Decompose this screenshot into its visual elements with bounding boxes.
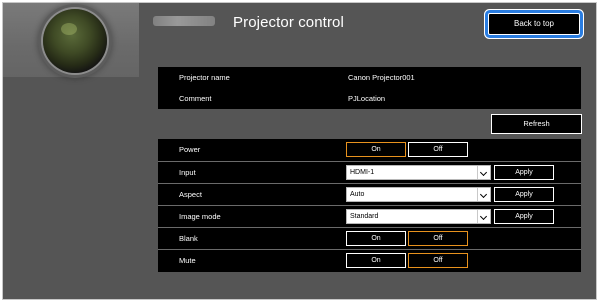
info-row-comment: Comment PJLocation [158, 89, 581, 109]
mute-on-button[interactable]: On [346, 253, 406, 268]
aspect-select-value: Auto [350, 191, 365, 198]
control-table: Power On Off Input HDMI-1 Apply Aspect A… [158, 139, 581, 272]
projector-control-page: Projector control Back to top Projector … [2, 2, 597, 300]
chevron-down-icon[interactable] [477, 210, 490, 223]
power-label: Power [179, 145, 201, 154]
input-label: Input [179, 168, 196, 177]
chevron-down-icon[interactable] [477, 166, 490, 179]
input-apply-button[interactable]: Apply [494, 165, 554, 180]
power-on-button[interactable]: On [346, 142, 406, 157]
blank-on-button[interactable]: On [346, 231, 406, 246]
input-select-value: HDMI-1 [350, 169, 375, 176]
aspect-label: Aspect [179, 190, 202, 199]
blank-off-button[interactable]: Off [408, 231, 468, 246]
control-row-input: Input HDMI-1 Apply [158, 161, 581, 183]
control-row-mute: Mute On Off [158, 249, 581, 271]
aspect-apply-button[interactable]: Apply [494, 187, 554, 202]
projector-lens-icon [43, 9, 107, 73]
info-row-projector-name: Projector name Canon Projector001 [158, 68, 581, 88]
refresh-button[interactable]: Refresh [491, 114, 582, 134]
image-mode-select-value: Standard [350, 213, 379, 220]
image-mode-apply-button[interactable]: Apply [494, 209, 554, 224]
info-label: Projector name [179, 73, 230, 82]
image-mode-select[interactable]: Standard [346, 209, 491, 224]
page-title: Projector control [233, 14, 344, 31]
mute-off-button[interactable]: Off [408, 253, 468, 268]
projector-info-table: Projector name Canon Projector001 Commen… [158, 67, 581, 109]
power-off-button[interactable]: Off [408, 142, 468, 157]
header-logo-area [3, 3, 139, 77]
mute-label: Mute [179, 256, 196, 265]
image-mode-label: Image mode [179, 212, 221, 221]
info-label: Comment [179, 94, 212, 103]
info-value: Canon Projector001 [348, 73, 415, 82]
input-select[interactable]: HDMI-1 [346, 165, 491, 180]
aspect-select[interactable]: Auto [346, 187, 491, 202]
info-value: PJLocation [348, 94, 386, 103]
control-row-aspect: Aspect Auto Apply [158, 183, 581, 205]
back-to-top-button[interactable]: Back to top [488, 13, 580, 35]
control-row-power: Power On Off [158, 139, 581, 160]
control-row-image-mode: Image mode Standard Apply [158, 205, 581, 227]
brand-logo-icon [153, 16, 215, 26]
blank-label: Blank [179, 234, 198, 243]
control-row-blank: Blank On Off [158, 227, 581, 249]
chevron-down-icon[interactable] [477, 188, 490, 201]
